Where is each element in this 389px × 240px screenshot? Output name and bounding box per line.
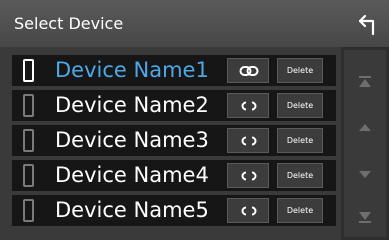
connect-button[interactable]	[227, 198, 269, 223]
connect-button[interactable]	[227, 163, 269, 188]
scroll-up-button[interactable]	[344, 107, 386, 147]
unlinked-icon	[241, 171, 257, 181]
device-row-1[interactable]: Device Name1 Delete	[12, 55, 336, 86]
link-icon	[239, 66, 259, 76]
device-name[interactable]: Device Name4	[55, 163, 209, 188]
phone-icon	[23, 199, 34, 222]
connect-button[interactable]	[227, 93, 269, 118]
back-arrow-icon	[358, 14, 375, 36]
delete-button[interactable]: Delete	[277, 93, 323, 118]
device-name[interactable]: Device Name2	[55, 93, 209, 118]
back-button[interactable]	[355, 12, 383, 38]
phone-icon	[23, 59, 34, 82]
select-device-screen: Select Device Device Name1 Delete Device…	[0, 0, 389, 240]
scroll-up-icon	[359, 124, 371, 131]
device-row-2[interactable]: Device Name2 Delete	[12, 90, 336, 121]
scroll-bottom-button[interactable]	[344, 197, 386, 237]
delete-button[interactable]: Delete	[277, 198, 323, 223]
scroll-bottom-icon	[359, 212, 371, 223]
unlinked-icon	[241, 136, 257, 146]
connect-button[interactable]	[227, 58, 269, 83]
phone-icon	[23, 164, 34, 187]
device-row-5[interactable]: Device Name5 Delete	[12, 195, 336, 226]
device-row-4[interactable]: Device Name4 Delete	[12, 160, 336, 191]
unlinked-icon	[241, 206, 257, 216]
scroll-top-button[interactable]	[344, 62, 386, 102]
device-list: Device Name1 Delete Device Name2 Delete	[0, 47, 341, 240]
delete-button[interactable]: Delete	[277, 58, 323, 83]
delete-button[interactable]: Delete	[277, 128, 323, 153]
delete-button[interactable]: Delete	[277, 163, 323, 188]
device-row-3[interactable]: Device Name3 Delete	[12, 125, 336, 156]
scroll-down-button[interactable]	[344, 155, 386, 195]
scroll-down-icon	[359, 171, 371, 178]
device-name[interactable]: Device Name3	[55, 128, 209, 153]
phone-icon	[23, 94, 34, 117]
unlinked-icon	[241, 101, 257, 111]
connect-button[interactable]	[227, 128, 269, 153]
device-name[interactable]: Device Name5	[55, 198, 209, 223]
scroll-panel	[341, 47, 389, 240]
page-title: Select Device	[14, 14, 124, 33]
header-bar: Select Device	[0, 0, 389, 47]
device-name[interactable]: Device Name1	[55, 58, 209, 83]
scrollbar[interactable]	[344, 50, 386, 237]
phone-icon	[23, 129, 34, 152]
scroll-top-icon	[359, 76, 371, 87]
